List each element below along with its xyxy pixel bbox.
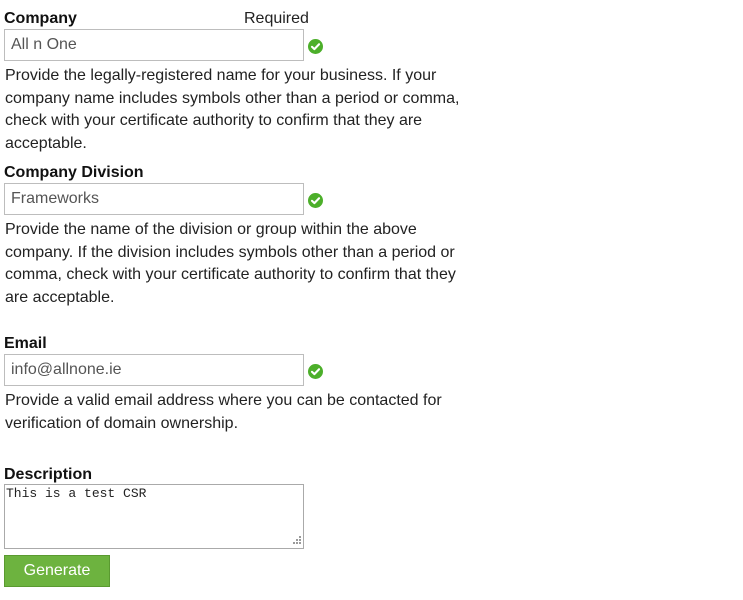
resize-grip-icon[interactable] xyxy=(290,535,302,547)
company-division-input[interactable] xyxy=(4,183,304,215)
required-label: Required xyxy=(244,10,309,27)
email-help-text: Provide a valid email address where you … xyxy=(5,392,442,432)
company-input[interactable] xyxy=(4,29,304,61)
company-division-help-text: Provide the name of the division or grou… xyxy=(5,221,456,306)
check-circle-icon xyxy=(308,39,323,54)
check-circle-icon xyxy=(308,364,323,379)
email-input[interactable] xyxy=(4,354,304,386)
company-label: Company xyxy=(4,10,77,27)
description-textarea[interactable]: This is a test CSR xyxy=(4,484,304,549)
generate-button[interactable]: Generate xyxy=(4,555,110,587)
company-division-label: Company Division xyxy=(4,164,144,181)
company-help-text: Provide the legally-registered name for … xyxy=(5,67,460,152)
email-label: Email xyxy=(4,335,47,352)
description-label: Description xyxy=(4,466,93,483)
check-circle-icon xyxy=(308,193,323,208)
